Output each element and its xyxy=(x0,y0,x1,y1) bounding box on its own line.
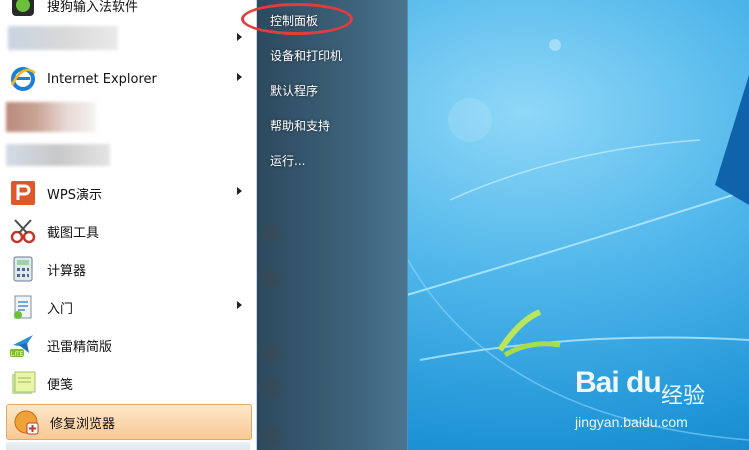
chevron-right-icon xyxy=(237,301,242,309)
program-label: 便笺 xyxy=(47,377,74,393)
getting-started-icon xyxy=(8,292,38,322)
sticky-notes-icon xyxy=(8,368,38,398)
svg-text:LITE: LITE xyxy=(11,352,24,358)
program-label: Internet Explorer xyxy=(47,71,157,87)
program-label: 修复浏览器 xyxy=(50,416,116,432)
program-item-1[interactable] xyxy=(4,22,250,56)
blurred-shortcut xyxy=(263,380,279,396)
chevron-right-icon xyxy=(237,73,242,81)
snipping-tool-icon xyxy=(8,216,38,246)
watermark-url: jingyan.baidu.com xyxy=(575,414,688,430)
calculator-icon xyxy=(8,254,38,284)
chevron-right-icon xyxy=(237,33,242,41)
default-programs-link[interactable]: 默认程序 xyxy=(270,82,318,99)
start-menu-programs: 搜狗输入法软件 Internet Explorer WPS演示 截图工具 计算器… xyxy=(0,0,257,450)
blurred-icon xyxy=(6,102,96,132)
baidu-jingyan-watermark: Bai du 经验 jingyan.baidu.com xyxy=(575,366,745,432)
program-item-xunlei[interactable]: LITE 迅雷精简版 xyxy=(4,328,250,362)
program-item-calculator[interactable]: 计算器 xyxy=(4,252,250,286)
devices-and-printers-link[interactable]: 设备和打印机 xyxy=(270,47,342,64)
blurred-shortcut xyxy=(263,225,279,241)
program-item-sticky-notes[interactable]: 便笺 xyxy=(4,366,250,400)
menu-footer-divider xyxy=(6,442,250,450)
blurred-icon xyxy=(8,26,118,50)
wps-presentation-icon xyxy=(8,178,38,208)
start-menu-system-links: 控制面板 设备和打印机 默认程序 帮助和支持 运行... xyxy=(257,0,408,450)
program-item-internet-explorer[interactable]: Internet Explorer xyxy=(4,62,250,96)
program-item-repair-browser[interactable]: 修复浏览器 xyxy=(6,404,252,440)
program-label: 截图工具 xyxy=(47,225,100,241)
blurred-shortcut xyxy=(263,345,279,361)
program-label: WPS演示 xyxy=(47,187,102,203)
program-item-4[interactable] xyxy=(4,138,250,172)
program-item-3[interactable] xyxy=(4,100,250,134)
run-link[interactable]: 运行... xyxy=(270,152,305,169)
program-label: 计算器 xyxy=(47,263,87,279)
xunlei-lite-icon: LITE xyxy=(8,330,38,360)
program-label: 入门 xyxy=(47,301,74,317)
program-label: 迅雷精简版 xyxy=(47,339,113,355)
watermark-logo: Bai du xyxy=(575,366,662,399)
program-item-wps[interactable]: WPS演示 xyxy=(4,176,250,210)
blurred-icon xyxy=(6,144,110,166)
chevron-right-icon xyxy=(237,187,242,195)
help-and-support-link[interactable]: 帮助和支持 xyxy=(270,117,330,134)
program-item-getting-started[interactable]: 入门 xyxy=(4,290,250,324)
program-label: 搜狗输入法软件 xyxy=(47,0,139,15)
app-icon xyxy=(8,0,38,20)
blurred-shortcut xyxy=(263,270,279,286)
program-item-0[interactable]: 搜狗输入法软件 xyxy=(4,0,250,22)
internet-explorer-icon xyxy=(8,64,38,94)
watermark-brand: 经验 xyxy=(661,384,706,409)
repair-browser-icon xyxy=(11,407,41,437)
blurred-shortcut xyxy=(263,428,279,444)
highlight-annotation-circle xyxy=(241,3,353,35)
program-item-snipping-tool[interactable]: 截图工具 xyxy=(4,214,250,248)
